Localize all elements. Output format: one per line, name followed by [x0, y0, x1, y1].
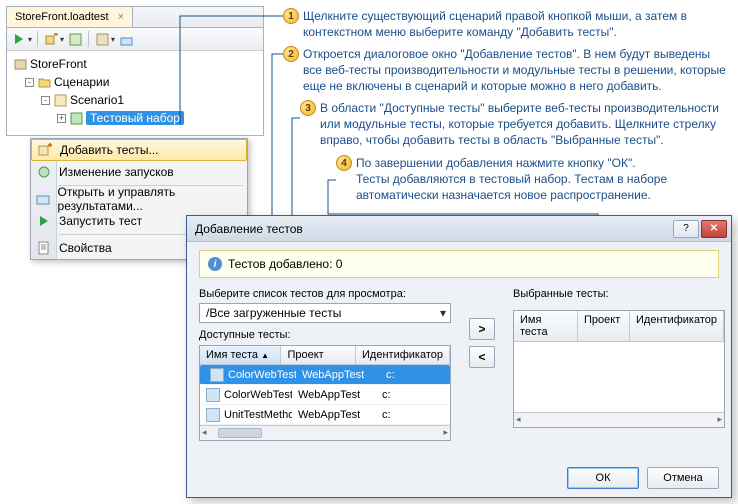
combo-value: /Все загруженные тесты	[206, 306, 341, 320]
webtest-icon	[210, 368, 224, 382]
callout-num-2: 2	[283, 46, 299, 62]
close-button[interactable]: ✕	[701, 220, 727, 238]
chevron-down-icon[interactable]: ▾	[28, 35, 32, 44]
new-scenario-icon[interactable]	[43, 31, 59, 47]
menu-label: Изменение запусков	[59, 165, 174, 179]
settings-icon[interactable]	[94, 31, 110, 47]
h-scrollbar[interactable]: ◂▸	[200, 425, 450, 440]
scenario-tree: StoreFront - Сценарии - Scenario1 + Тест…	[7, 51, 263, 135]
col-id[interactable]: Идентификатор	[630, 311, 724, 341]
chevron-down-icon[interactable]: ▾	[440, 306, 446, 320]
tree-label: Сценарии	[54, 75, 109, 89]
run-icon	[35, 212, 53, 230]
context-menu: Добавить тесты... Изменение запусков Отк…	[30, 138, 248, 260]
move-right-button[interactable]: >	[469, 318, 495, 340]
menu-properties[interactable]: Свойства	[31, 237, 247, 259]
info-icon: i	[208, 257, 222, 271]
document-tab[interactable]: StoreFront.loadtest ×	[7, 7, 133, 27]
edit-runs-icon	[35, 163, 53, 181]
menu-label: Свойства	[59, 241, 112, 255]
expand-icon[interactable]: +	[57, 114, 66, 123]
callout-num-1: 1	[283, 8, 299, 24]
table-row[interactable]: UnitTestMethod1 WebAppTest c:	[200, 405, 450, 425]
scenario-icon	[53, 93, 67, 107]
tree-root[interactable]: StoreFront	[9, 55, 261, 73]
counters-icon[interactable]	[67, 31, 83, 47]
unittest-icon	[206, 408, 220, 422]
tab-bar: StoreFront.loadtest ×	[7, 7, 263, 28]
menu-label: Добавить тесты...	[60, 143, 159, 157]
move-left-button[interactable]: <	[469, 346, 495, 368]
callout-3-text: В области "Доступные тесты" выберите веб…	[320, 100, 730, 149]
separator	[37, 31, 38, 47]
results-icon	[35, 190, 52, 208]
available-tests-grid: Имя теста ▲ Проект Идентификатор ColorWe…	[199, 345, 451, 441]
ok-button[interactable]: ОК	[567, 467, 639, 489]
col-name[interactable]: Имя теста ▲	[200, 346, 281, 364]
add-tests-dialog: Добавление тестов ? ✕ i Тестов добавлено…	[186, 215, 732, 498]
table-row[interactable]: ColorWebTestT... WebAppTest c:	[200, 385, 450, 405]
info-text: Тестов добавлено: 0	[228, 257, 342, 271]
chevron-down-icon[interactable]: ▾	[60, 35, 64, 44]
col-project[interactable]: Проект	[578, 311, 630, 341]
callout-4-text: По завершении добавления нажмите кнопку …	[356, 155, 730, 204]
dialog-body: i Тестов добавлено: 0 Выберите список те…	[187, 242, 731, 449]
webtest-icon	[206, 388, 220, 402]
help-button[interactable]: ?	[673, 220, 699, 238]
tab-title: StoreFront.loadtest	[15, 11, 109, 23]
col-name[interactable]: Имя теста	[514, 311, 578, 341]
callout-1-text: Щелкните существующий сценарий правой кн…	[303, 8, 723, 40]
tree-testmix[interactable]: + Тестовый набор	[9, 109, 261, 127]
loadtest-icon	[13, 57, 27, 71]
add-tests-icon	[36, 141, 54, 159]
available-tests-label: Доступные тесты:	[199, 329, 451, 341]
col-id[interactable]: Идентификатор	[356, 346, 450, 364]
tree-label: StoreFront	[30, 57, 87, 71]
close-icon[interactable]: ×	[118, 11, 124, 23]
dialog-buttons: ОК Отмена	[567, 467, 719, 489]
folder-icon	[37, 75, 51, 89]
menu-label: Открыть и управлять результатами...	[58, 185, 247, 213]
chevron-down-icon[interactable]: ▾	[111, 35, 115, 44]
callout-num-3: 3	[300, 100, 316, 116]
cancel-button[interactable]: Отмена	[647, 467, 719, 489]
grid-header: Имя теста ▲ Проект Идентификатор	[200, 346, 450, 365]
run-icon[interactable]	[11, 31, 27, 47]
collapse-icon[interactable]: -	[25, 78, 34, 87]
scroll-thumb[interactable]	[218, 428, 262, 438]
results-icon[interactable]	[118, 31, 134, 47]
callout-num-4: 4	[336, 155, 352, 171]
callout-2-text: Откроется диалоговое окно "Добавление те…	[303, 46, 731, 95]
tree-label: Scenario1	[70, 93, 124, 107]
testmix-icon	[69, 111, 83, 125]
h-scrollbar[interactable]: ◂▸	[514, 412, 724, 427]
properties-icon	[35, 239, 53, 257]
menu-add-tests[interactable]: Добавить тесты...	[31, 139, 247, 161]
separator	[88, 31, 89, 47]
dialog-titlebar[interactable]: Добавление тестов ? ✕	[187, 216, 731, 242]
sort-asc-icon: ▲	[261, 351, 269, 360]
test-list-combo[interactable]: /Все загруженные тесты ▾	[199, 303, 451, 323]
tree-scenarios[interactable]: - Сценарии	[9, 73, 261, 91]
col-project[interactable]: Проект	[281, 346, 356, 364]
loadtest-editor: StoreFront.loadtest × ▾ ▾ ▾ StoreFront -…	[6, 6, 264, 136]
menu-run-test[interactable]: Запустить тест	[31, 210, 247, 232]
menu-edit-runs[interactable]: Изменение запусков	[31, 161, 247, 183]
info-bar: i Тестов добавлено: 0	[199, 250, 719, 278]
tree-scenario1[interactable]: - Scenario1	[9, 91, 261, 109]
editor-toolbar: ▾ ▾ ▾	[7, 28, 263, 51]
move-buttons: > <	[469, 318, 495, 441]
grid-header: Имя теста Проект Идентификатор	[514, 311, 724, 342]
collapse-icon[interactable]: -	[41, 96, 50, 105]
table-row[interactable]: ColorWebTest WebAppTest c:	[200, 365, 450, 385]
selected-tests-label: Выбранные тесты:	[513, 288, 725, 300]
selected-tests-grid: Имя теста Проект Идентификатор ◂▸	[513, 310, 725, 428]
select-list-label: Выберите список тестов для просмотра:	[199, 288, 451, 300]
tree-label: Тестовый набор	[86, 111, 184, 125]
menu-label: Запустить тест	[59, 214, 142, 228]
menu-open-results[interactable]: Открыть и управлять результатами...	[31, 188, 247, 210]
